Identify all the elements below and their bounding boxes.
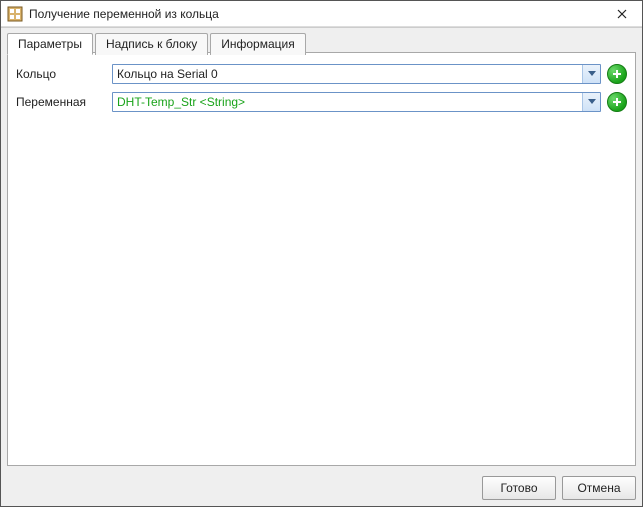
form-row-variable: Переменная DHT-Temp_Str <String> [16, 91, 627, 113]
chevron-down-icon [588, 71, 596, 77]
ok-button[interactable]: Готово [482, 476, 556, 500]
tab-params-label: Параметры [18, 37, 82, 51]
cancel-button[interactable]: Отмена [562, 476, 636, 500]
close-button[interactable] [602, 1, 642, 27]
ring-combo-dropdown-button[interactable] [582, 65, 600, 83]
tab-info[interactable]: Информация [210, 33, 305, 55]
window-title: Получение переменной из кольца [29, 7, 219, 21]
ring-combo-value: Кольцо на Serial 0 [113, 67, 582, 81]
ring-add-button[interactable] [607, 64, 627, 84]
tab-info-label: Информация [221, 37, 294, 51]
plus-icon [612, 97, 622, 107]
cancel-button-label: Отмена [577, 481, 620, 495]
dialog-footer: Готово Отмена [482, 476, 636, 500]
ring-combo[interactable]: Кольцо на Serial 0 [112, 64, 601, 84]
variable-combo-value: DHT-Temp_Str <String> [113, 95, 582, 109]
variable-combo-dropdown-button[interactable] [582, 93, 600, 111]
variable-add-button[interactable] [607, 92, 627, 112]
titlebar: Получение переменной из кольца [1, 1, 642, 27]
variable-label: Переменная [16, 95, 106, 109]
close-icon [617, 9, 627, 19]
form-row-ring: Кольцо Кольцо на Serial 0 [16, 63, 627, 85]
chevron-down-icon [588, 99, 596, 105]
ring-label: Кольцо [16, 67, 106, 81]
tab-panel-params: Кольцо Кольцо на Serial 0 Переменная [7, 52, 636, 466]
app-icon [7, 6, 23, 22]
tab-label[interactable]: Надпись к блоку [95, 33, 208, 55]
variable-combo[interactable]: DHT-Temp_Str <String> [112, 92, 601, 112]
tab-params[interactable]: Параметры [7, 33, 93, 55]
dialog-body: Параметры Надпись к блоку Информация Кол… [1, 27, 642, 506]
plus-icon [612, 69, 622, 79]
tab-strip: Параметры Надпись к блоку Информация [1, 28, 642, 54]
tab-label-label: Надпись к блоку [106, 37, 197, 51]
ok-button-label: Готово [500, 481, 537, 495]
